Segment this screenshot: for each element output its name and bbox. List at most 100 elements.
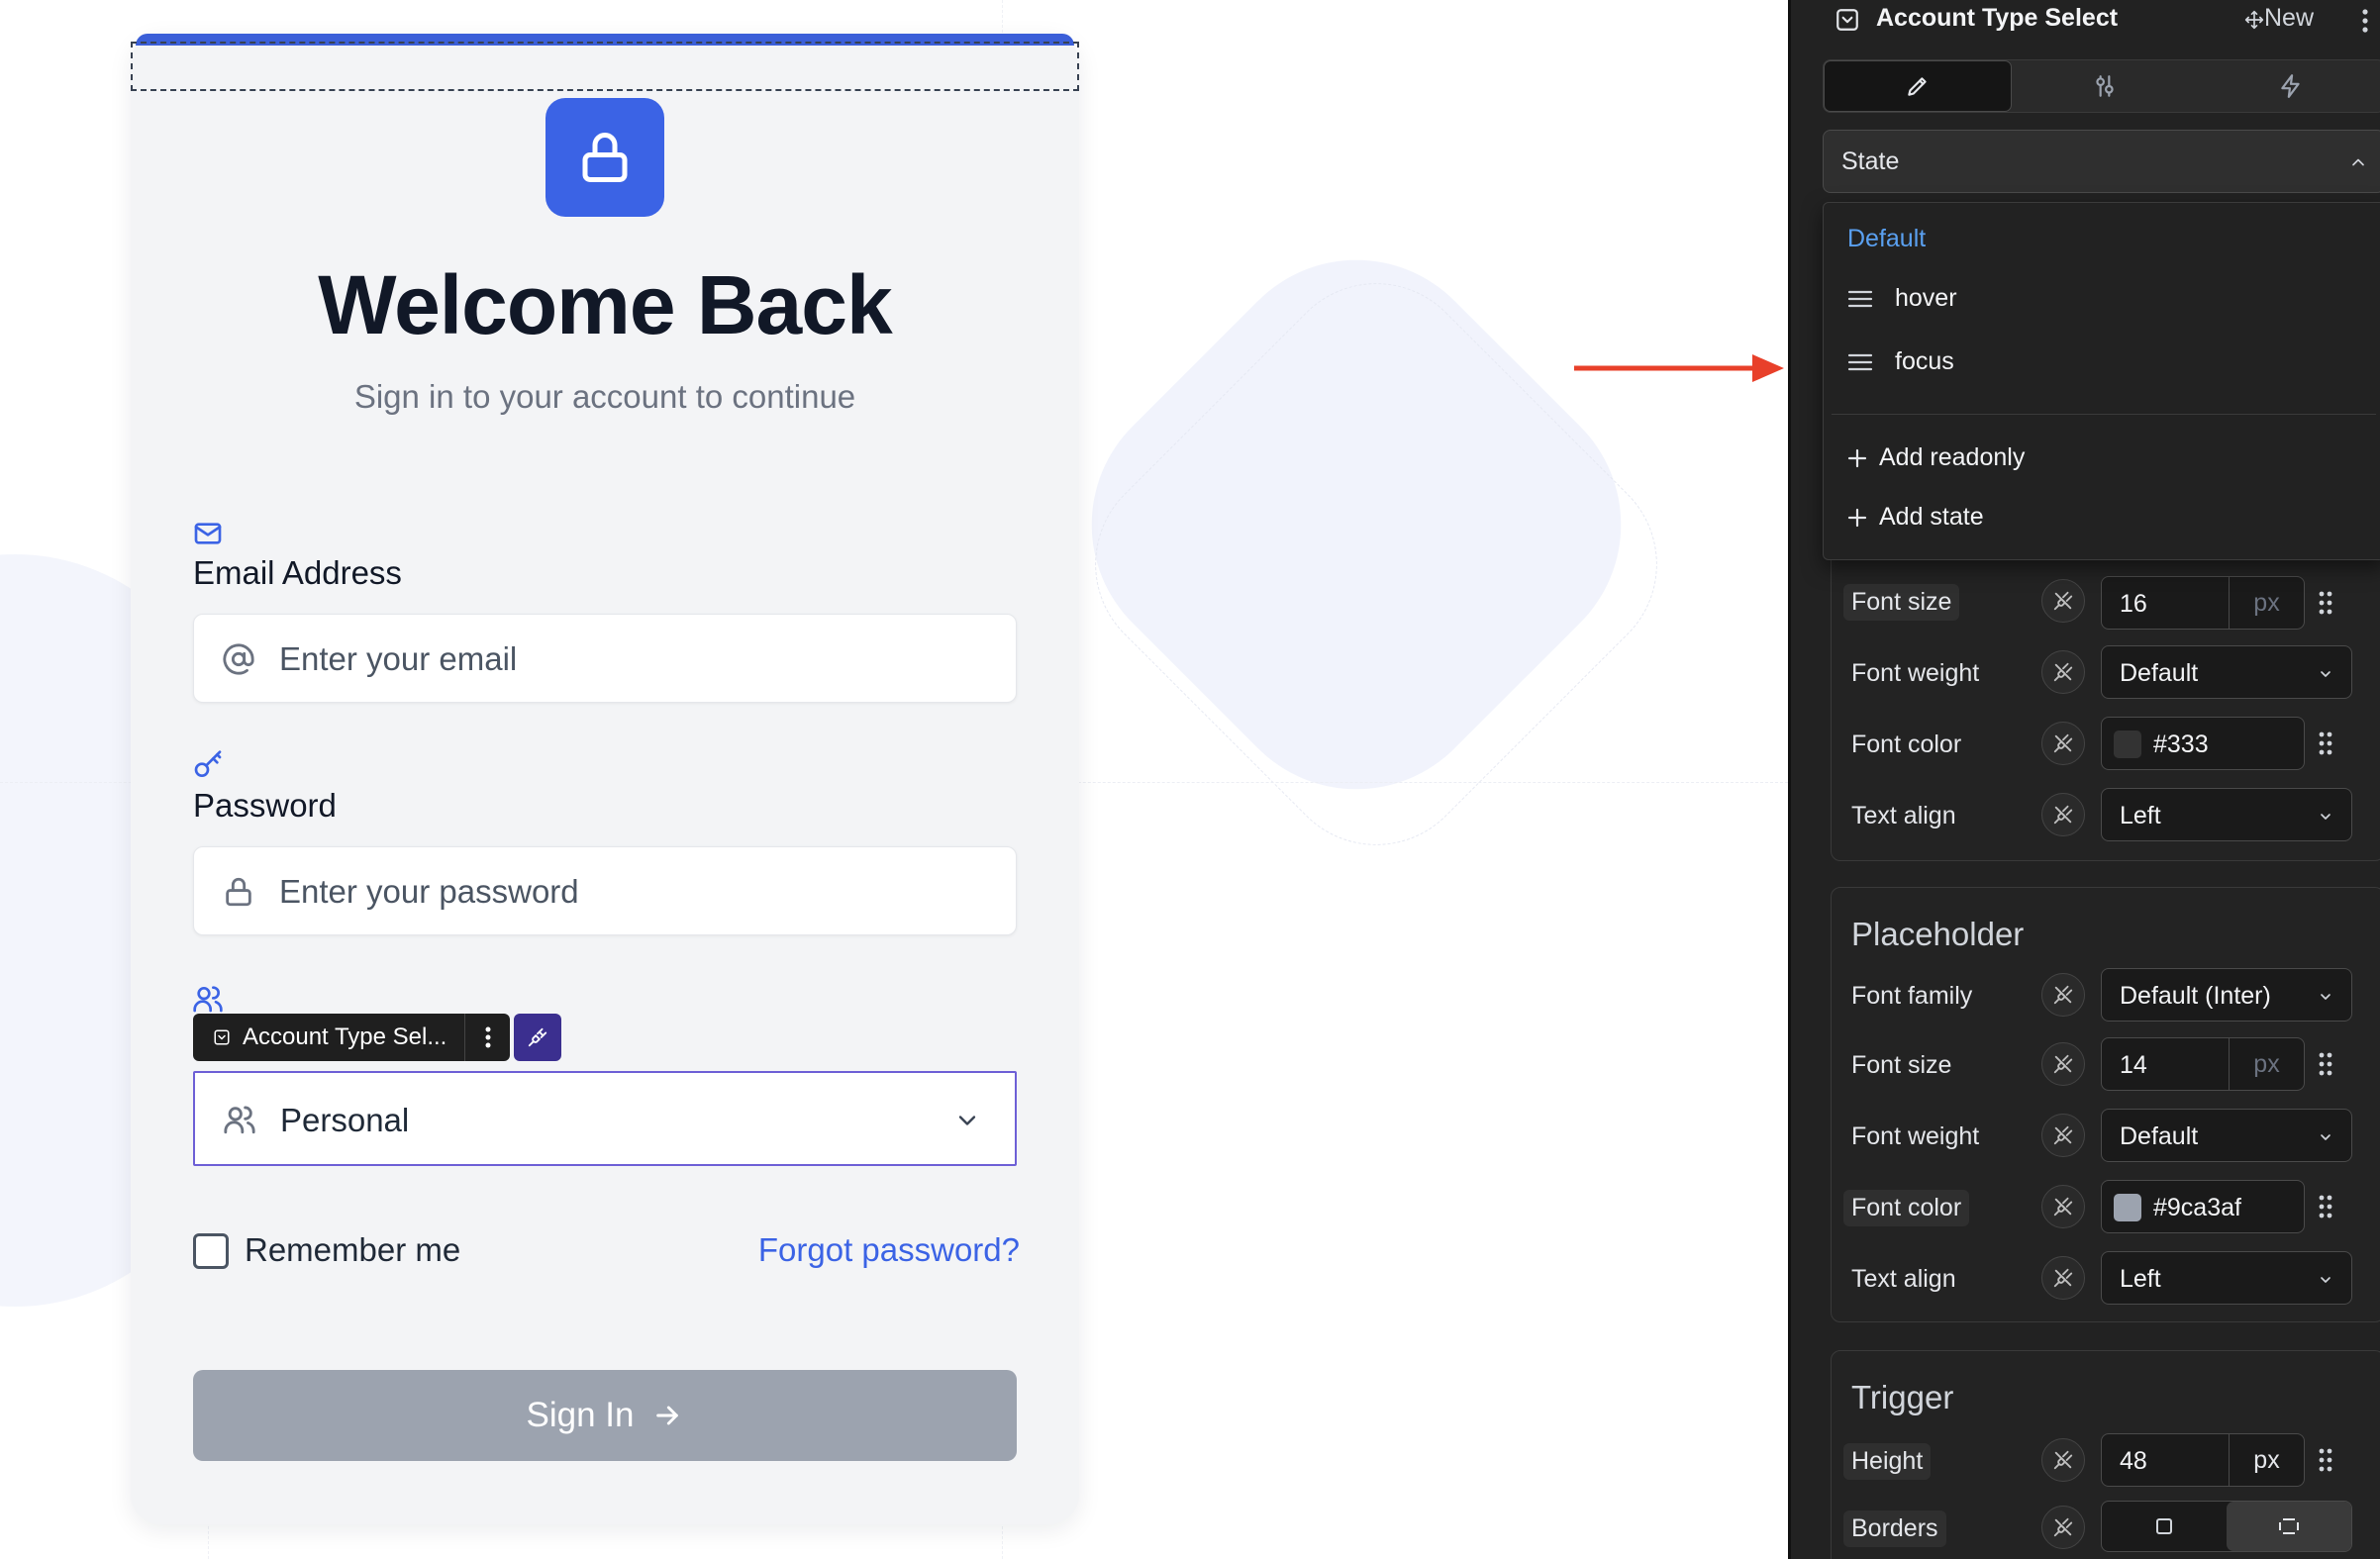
plug-icon (2053, 1125, 2073, 1145)
ph-font-weight-select[interactable]: Default (2101, 1109, 2352, 1162)
plug-icon (2053, 1517, 2073, 1537)
font-size-input[interactable]: 16 px (2101, 576, 2305, 630)
chevron-down-icon (958, 1116, 976, 1125)
grip-icon[interactable] (2317, 1051, 2334, 1077)
ph-font-color-input[interactable]: #9ca3af (2101, 1180, 2305, 1233)
ph-text-align-select[interactable]: Left (2101, 1251, 2352, 1305)
trigger-height-bind-button[interactable] (2041, 1438, 2085, 1482)
border-all-option[interactable] (2102, 1502, 2227, 1551)
more-vertical-icon (485, 1026, 491, 1048)
page-subtitle: Sign in to your account to continue (353, 378, 856, 415)
key-icon (194, 750, 222, 777)
grip-icon[interactable] (2317, 1194, 2334, 1219)
trigger-height-input[interactable]: 48 px (2101, 1433, 2305, 1487)
pencil-icon (1908, 77, 1927, 96)
grip-icon[interactable] (2317, 1447, 2334, 1473)
state-selector[interactable]: State (1823, 130, 2380, 193)
email-placeholder: Enter your email (279, 640, 518, 677)
bolt-icon (2281, 74, 2300, 98)
state-option-focus[interactable]: focus (1847, 347, 1954, 376)
remember-checkbox[interactable] (193, 1233, 229, 1269)
forgot-password-link[interactable]: Forgot password? (758, 1231, 1020, 1269)
account-type-select[interactable]: Personal (193, 1071, 1017, 1166)
border-individual-option[interactable] (2227, 1502, 2351, 1551)
add-state-label: Add state (1879, 503, 1984, 531)
trigger-height-value: 48 (2120, 1447, 2147, 1475)
add-readonly-button[interactable]: Add readonly (1847, 443, 2025, 472)
selected-element-tag[interactable]: Account Type Sel... (193, 1014, 511, 1061)
font-color-value: #333 (2153, 731, 2209, 758)
email-field[interactable]: Enter your email (193, 614, 1017, 703)
state-dropdown: Default hover focus Add readonly Add sta… (1823, 202, 2380, 560)
element-more-button[interactable] (464, 1014, 510, 1061)
ph-font-weight-bind-button[interactable] (2041, 1114, 2085, 1157)
lock-badge (545, 98, 664, 217)
tab-style[interactable] (1824, 60, 2012, 112)
tab-settings[interactable] (2012, 60, 2198, 112)
ph-font-size-bind-button[interactable] (2041, 1042, 2085, 1086)
add-state-button[interactable]: Add state (1847, 503, 1984, 532)
ph-font-weight-label: Font weight (1851, 1122, 1980, 1150)
font-weight-select[interactable]: Default (2101, 645, 2352, 699)
sign-in-label: Sign In (526, 1396, 635, 1434)
text-align-select[interactable]: Left (2101, 788, 2352, 841)
state-label: State (1841, 147, 1900, 175)
border-none-icon (2279, 1518, 2299, 1534)
ph-font-color-swatch[interactable] (2114, 1194, 2141, 1221)
ph-font-weight-value: Default (2120, 1122, 2199, 1150)
sign-in-button[interactable]: Sign In (193, 1370, 1017, 1461)
tab-interactions[interactable] (2198, 60, 2380, 112)
panel-header: Account Type Select New (1791, 0, 2380, 40)
design-canvas[interactable]: Welcome Back Sign in to your account to … (0, 0, 1788, 1559)
ph-font-size-unit[interactable]: px (2229, 1038, 2304, 1090)
font-color-bind-button[interactable] (2041, 722, 2085, 765)
more-vertical-icon[interactable] (2361, 8, 2369, 34)
grip-icon[interactable] (2317, 731, 2334, 756)
panel-title: Account Type Select (1876, 4, 2119, 32)
ph-font-family-bind-button[interactable] (2041, 973, 2085, 1017)
panel-tabs (1823, 59, 2380, 113)
ph-text-align-bind-button[interactable] (2041, 1256, 2085, 1300)
new-button[interactable]: New (2264, 4, 2314, 33)
ph-font-color-bind-button[interactable] (2041, 1185, 2085, 1228)
trigger-height-label: Height (1843, 1443, 1932, 1480)
selected-element-toolbar[interactable]: Account Type Sel... (193, 1014, 562, 1061)
plug-icon (2053, 1197, 2073, 1217)
state-option-label: focus (1895, 347, 1954, 375)
chevron-down-icon (2321, 1134, 2330, 1140)
element-bind-button[interactable] (514, 1014, 562, 1061)
state-option-default[interactable]: Default (1847, 225, 1926, 253)
arrow-right-icon (656, 1406, 679, 1425)
plug-icon (529, 1027, 547, 1047)
state-option-hover[interactable]: hover (1847, 284, 1957, 313)
select-component-icon (1836, 9, 1858, 31)
menu-icon (1847, 353, 1873, 370)
font-weight-value: Default (2120, 659, 2199, 687)
email-label: Email Address (193, 554, 402, 591)
lock-icon (226, 877, 251, 907)
font-color-input[interactable]: #333 (2101, 717, 2305, 770)
properties-panel[interactable]: Account Type Select New State Default ho… (1788, 0, 2380, 1559)
plug-icon (2053, 1054, 2073, 1074)
password-placeholder: Enter your password (279, 873, 579, 910)
ph-font-family-select[interactable]: Default (Inter) (2101, 968, 2352, 1022)
password-field[interactable]: Enter your password (193, 846, 1017, 935)
font-color-swatch[interactable] (2114, 731, 2141, 758)
background-diamond-outline (1053, 242, 1699, 887)
add-readonly-label: Add readonly (1879, 443, 2026, 471)
font-weight-bind-button[interactable] (2041, 650, 2085, 694)
plus-icon (1847, 448, 1867, 467)
font-size-unit[interactable]: px (2229, 577, 2304, 629)
grip-icon[interactable] (2317, 590, 2334, 616)
text-align-label: Text align (1851, 802, 1956, 829)
remember-label: Remember me (245, 1231, 461, 1268)
font-size-label: Font size (1843, 584, 1960, 621)
trigger-height-unit[interactable]: px (2229, 1434, 2304, 1486)
font-size-bind-button[interactable] (2041, 579, 2085, 623)
trigger-borders-bind-button[interactable] (2041, 1506, 2085, 1549)
text-align-bind-button[interactable] (2041, 793, 2085, 836)
ph-font-size-input[interactable]: 14 px (2101, 1037, 2305, 1091)
ph-font-color-label: Font color (1843, 1190, 1970, 1226)
plug-icon (2053, 1268, 2073, 1288)
ph-font-size-value: 14 (2120, 1051, 2147, 1079)
